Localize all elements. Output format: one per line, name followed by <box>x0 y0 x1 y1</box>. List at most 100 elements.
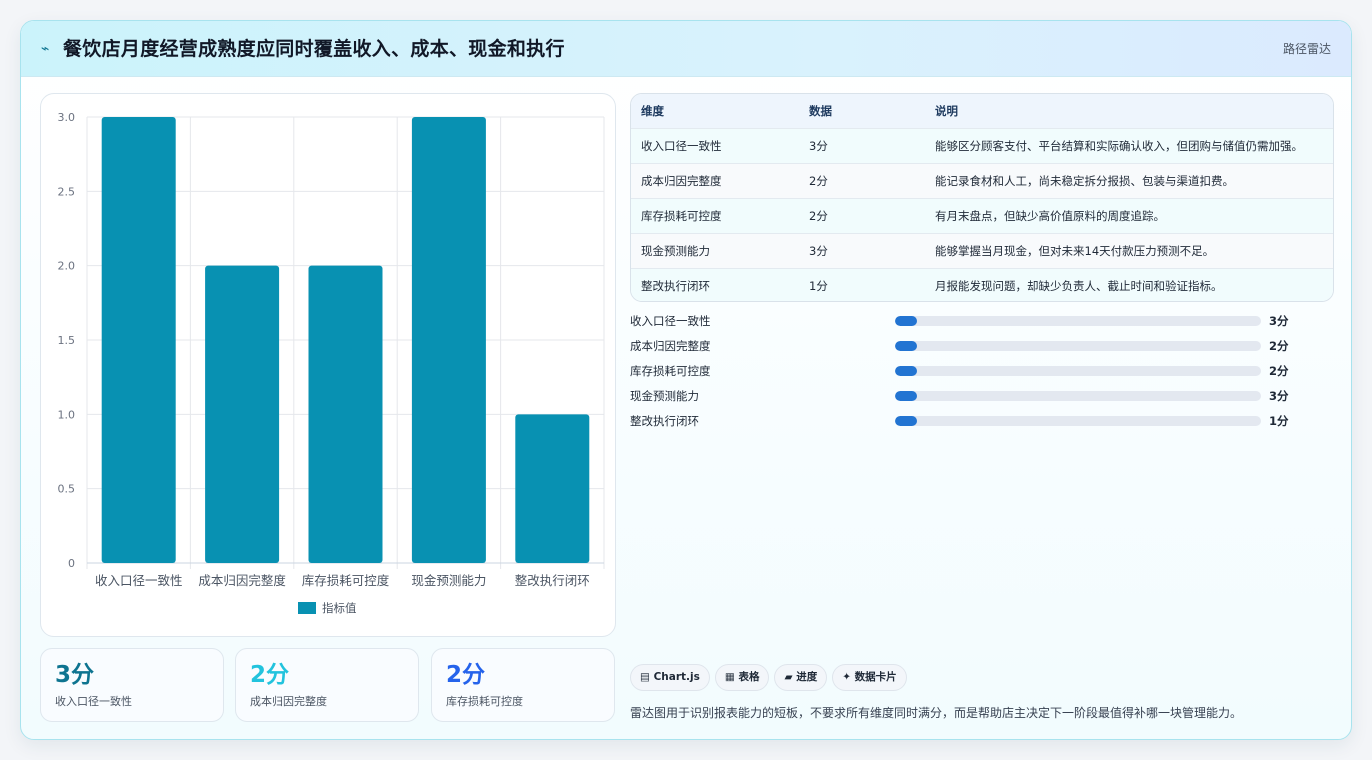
progress-track <box>895 341 1261 351</box>
table-cell: 月报能发现问题，却缺少负责人、截止时间和验证指标。 <box>935 278 1223 293</box>
progress-label: 成本归因完整度 <box>630 339 711 353</box>
route-radar-label[interactable]: 路径雷达 <box>1283 39 1331 59</box>
stat-label: 收入口径一致性 <box>55 695 132 708</box>
bar <box>411 117 486 563</box>
y-tick-label: 3.0 <box>58 111 76 124</box>
table-cell: 能够区分顾客支付、平台结算和实际确认收入，但团购与储值仍需加强。 <box>935 138 1303 153</box>
progress-fill <box>895 341 917 351</box>
progress-value: 3分 <box>1269 314 1289 328</box>
progress-fill <box>895 416 917 426</box>
bar <box>308 265 383 563</box>
stat-label: 成本归因完整度 <box>250 695 327 708</box>
x-tick-label: 成本归因完整度 <box>198 573 286 588</box>
legend-swatch <box>298 602 316 614</box>
tag-label: Chart.js <box>653 671 700 683</box>
progress-value: 3分 <box>1269 389 1289 403</box>
progress-label: 整改执行闭环 <box>630 414 699 428</box>
bar <box>515 414 590 563</box>
stat-value: 2分 <box>446 662 486 688</box>
progress-label: 现金预测能力 <box>630 389 699 403</box>
progress-label: 库存损耗可控度 <box>630 364 711 378</box>
table-cell: 2分 <box>809 208 828 223</box>
table-cell: 能够掌握当月现金，但对未来14天付款压力预测不足。 <box>935 243 1215 258</box>
bar <box>205 265 280 563</box>
header: ⌁ 餐饮店月度经营成熟度应同时覆盖收入、成本、现金和执行 路径雷达 <box>21 21 1351 77</box>
tag-list: ▤ Chart.js ▦ 表格 ▰ 进度 ✦ 数据卡片 <box>630 664 912 692</box>
table-cell: 有月末盘点，但缺少高价值原料的周度追踪。 <box>935 208 1165 223</box>
table-cell: 3分 <box>809 138 828 153</box>
table-row: 收入口径一致性 3分 能够区分顾客支付、平台结算和实际确认收入，但团购与储值仍需… <box>631 128 1333 163</box>
column-header: 维度 <box>641 103 664 118</box>
y-tick-label: 1.0 <box>58 408 76 421</box>
stat-value: 2分 <box>250 662 290 688</box>
table-cell: 成本归因完整度 <box>641 173 722 188</box>
sparkle-icon: ✦ <box>842 671 852 683</box>
data-table: 维度 数据 说明 收入口径一致性 3分 能够区分顾客支付、平台结算和实际确认收入… <box>630 93 1334 302</box>
progress-row: 成本归因完整度 2分 <box>630 336 1334 356</box>
stat-value: 3分 <box>55 662 95 688</box>
table-icon: ▦ <box>724 671 735 683</box>
table-cell: 2分 <box>809 173 828 188</box>
table-row: 成本归因完整度 2分 能记录食材和人工，尚未稳定拆分报损、包装与渠道扣费。 <box>631 163 1333 198</box>
bar-chart: 3.0 2.5 2.0 1.5 1.0 0.5 0 收入口径一致性 成本归因完整度 库存损耗可控度… <box>58 111 605 615</box>
legend-label: 指标值 <box>322 601 357 615</box>
table-header-row: 维度 数据 说明 <box>631 94 1333 128</box>
table-cell: 收入口径一致性 <box>641 138 722 153</box>
y-tick-label: 0 <box>68 557 75 570</box>
table-cell: 1分 <box>809 278 828 293</box>
table-row: 库存损耗可控度 2分 有月末盘点，但缺少高价值原料的周度追踪。 <box>631 198 1333 233</box>
tag-label: 数据卡片 <box>854 671 897 683</box>
tag-data-card[interactable]: ✦ 数据卡片 <box>832 664 907 691</box>
progress-value: 1分 <box>1269 414 1289 428</box>
column-header: 数据 <box>809 103 832 118</box>
tag-chartjs[interactable]: ▤ Chart.js <box>630 664 710 691</box>
x-tick-label: 收入口径一致性 <box>95 573 183 588</box>
progress-track <box>895 316 1261 326</box>
dashboard-card: ⌁ 餐饮店月度经营成熟度应同时覆盖收入、成本、现金和执行 路径雷达 3.0 2.5… <box>20 20 1352 740</box>
x-tick-label: 库存损耗可控度 <box>302 573 390 588</box>
x-tick-label: 现金预测能力 <box>411 573 486 588</box>
table-cell: 整改执行闭环 <box>641 278 710 293</box>
table-cell: 现金预测能力 <box>641 243 710 258</box>
progress-track <box>895 391 1261 401</box>
y-tick-label: 2.0 <box>58 260 76 273</box>
table-cell: 能记录食材和人工，尚未稳定拆分报损、包装与渠道扣费。 <box>935 173 1234 188</box>
pulse-icon: ⌁ <box>41 41 50 57</box>
table-cell: 3分 <box>809 243 828 258</box>
x-tick-label: 整改执行闭环 <box>515 573 590 588</box>
progress-row: 收入口径一致性 3分 <box>630 311 1334 331</box>
progress-icon: ▰ <box>784 671 793 683</box>
footnote: 雷达图用于识别报表能力的短板，不要求所有维度同时满分，而是帮助店主决定下一阶段最… <box>630 706 1243 720</box>
tag-label: 进度 <box>796 671 818 683</box>
y-tick-label: 0.5 <box>58 483 76 496</box>
bar <box>101 117 176 563</box>
stat-card: 2分 成本归因完整度 <box>235 648 419 722</box>
chart-icon: ▤ <box>640 671 650 683</box>
progress-fill <box>895 366 917 376</box>
bar-chart-panel: 3.0 2.5 2.0 1.5 1.0 0.5 0 收入口径一致性 成本归因完整度 库存损耗可控度… <box>40 93 616 637</box>
progress-label: 收入口径一致性 <box>630 314 711 328</box>
progress-row: 库存损耗可控度 2分 <box>630 361 1334 381</box>
progress-row: 现金预测能力 3分 <box>630 386 1334 406</box>
table-cell: 库存损耗可控度 <box>641 208 722 223</box>
page-title: 餐饮店月度经营成熟度应同时覆盖收入、成本、现金和执行 <box>63 38 565 60</box>
y-tick-label: 1.5 <box>58 334 76 347</box>
stat-cards: 3分 收入口径一致性 2分 成本归因完整度 2分 库存损耗可控度 <box>40 648 616 722</box>
table-row: 现金预测能力 3分 能够掌握当月现金，但对未来14天付款压力预测不足。 <box>631 233 1333 268</box>
progress-fill <box>895 316 917 326</box>
column-header: 说明 <box>935 103 958 118</box>
progress-track <box>895 416 1261 426</box>
stat-card: 3分 收入口径一致性 <box>40 648 224 722</box>
y-tick-label: 2.5 <box>58 185 76 198</box>
progress-row: 整改执行闭环 1分 <box>630 411 1334 431</box>
tag-progress[interactable]: ▰ 进度 <box>774 664 828 691</box>
table-row: 整改执行闭环 1分 月报能发现问题，却缺少负责人、截止时间和验证指标。 <box>631 268 1333 301</box>
tag-label: 表格 <box>738 671 760 683</box>
progress-list: 收入口径一致性 3分 成本归因完整度 2分 库存损耗可控度 2分 现金预测能力 … <box>630 311 1334 431</box>
tag-table[interactable]: ▦ 表格 <box>714 664 770 691</box>
stat-card: 2分 库存损耗可控度 <box>431 648 615 722</box>
progress-fill <box>895 391 917 401</box>
progress-track <box>895 366 1261 376</box>
stat-label: 库存损耗可控度 <box>446 695 523 708</box>
progress-value: 2分 <box>1269 364 1289 378</box>
